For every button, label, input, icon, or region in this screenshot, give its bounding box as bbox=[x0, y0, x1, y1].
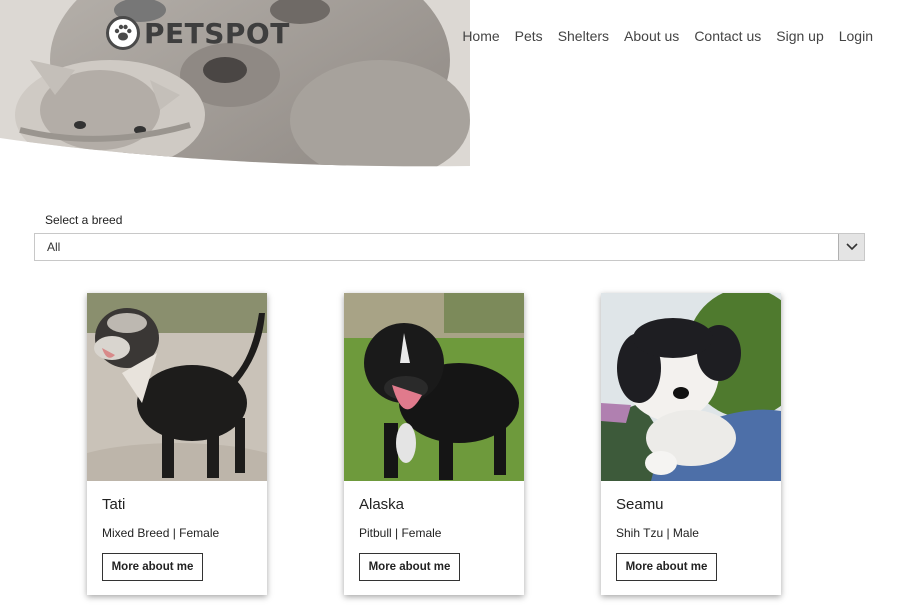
pet-photo bbox=[87, 293, 267, 481]
logo[interactable]: PETSPOT bbox=[106, 14, 290, 52]
nav-sign-up[interactable]: Sign up bbox=[776, 28, 823, 44]
pet-name: Seamu bbox=[616, 496, 664, 513]
pet-name: Alaska bbox=[359, 496, 405, 513]
pet-card-tati: Tati Mixed Breed | Female More about me bbox=[87, 293, 267, 595]
pet-card-seamu: Seamu Shih Tzu | Male More about me bbox=[601, 293, 781, 595]
brand-name: PETSPOT bbox=[144, 16, 290, 50]
pet-name: Tati bbox=[102, 496, 126, 513]
pet-card-alaska: Alaska Pitbull | Female More about me bbox=[344, 293, 524, 595]
breed-select-value: All bbox=[47, 240, 61, 254]
breed-select[interactable]: All bbox=[34, 233, 865, 261]
pet-info: Pitbull | Female bbox=[359, 526, 442, 540]
nav-about-us[interactable]: About us bbox=[624, 28, 679, 44]
nav-shelters[interactable]: Shelters bbox=[558, 28, 609, 44]
pet-photo bbox=[344, 293, 524, 481]
nav-contact-us[interactable]: Contact us bbox=[694, 28, 761, 44]
more-about-me-button[interactable]: More about me bbox=[359, 553, 460, 581]
pet-info: Shih Tzu | Male bbox=[616, 526, 699, 540]
breed-select-label: Select a breed bbox=[45, 213, 123, 227]
nav-pets[interactable]: Pets bbox=[515, 28, 543, 44]
more-about-me-button[interactable]: More about me bbox=[616, 553, 717, 581]
more-about-me-button[interactable]: More about me bbox=[102, 553, 203, 581]
chevron-down-icon[interactable] bbox=[838, 234, 864, 260]
nav-home[interactable]: Home bbox=[462, 28, 499, 44]
pet-info: Mixed Breed | Female bbox=[102, 526, 220, 540]
main-nav: Home Pets Shelters About us Contact us S… bbox=[462, 28, 873, 44]
paw-icon bbox=[106, 16, 140, 50]
nav-login[interactable]: Login bbox=[839, 28, 873, 44]
pet-photo bbox=[601, 293, 781, 481]
